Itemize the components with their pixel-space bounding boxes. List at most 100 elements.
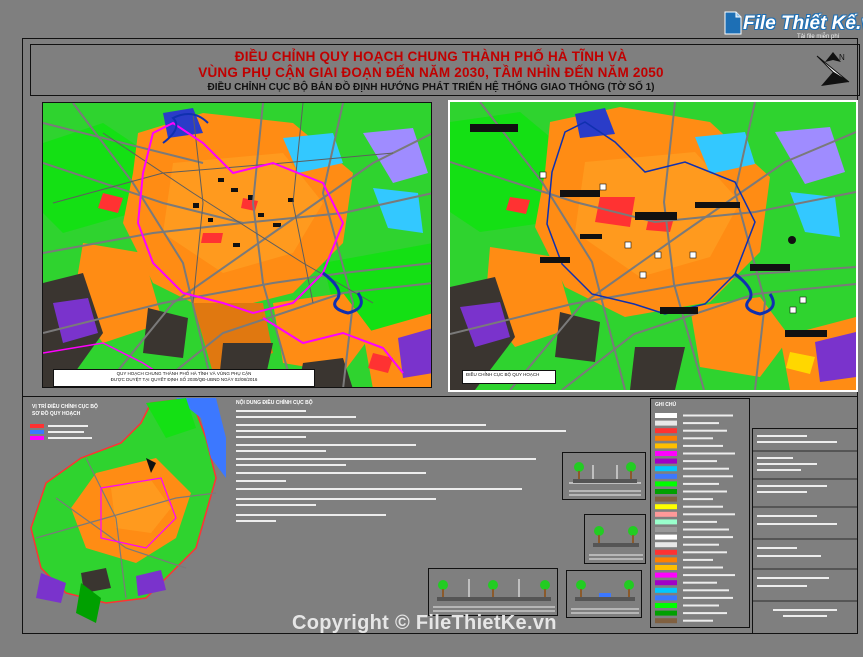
legend-swatch (655, 519, 677, 525)
legend-swatch (655, 595, 677, 601)
note-line (236, 498, 436, 500)
north-arrow-icon: N (816, 52, 850, 86)
legend-swatch (655, 527, 677, 532)
legend-label-line (683, 604, 719, 607)
approved-plan-map: QUY HOẠCH CHUNG THÀNH PHỐ HÀ TĨNH VÀ VÙN… (42, 102, 432, 388)
legend-swatch (655, 587, 677, 593)
approved-plan-caption: QUY HOẠCH CHUNG THÀNH PHỐ HÀ TĨNH VÀ VÙN… (53, 369, 315, 387)
note-line (236, 424, 486, 426)
note-line (236, 416, 356, 418)
legend-label-line (683, 482, 719, 485)
legend-label-line (683, 505, 723, 508)
note-line (236, 472, 426, 474)
map-legend: GHI CHÚ (650, 398, 750, 628)
legend-swatch (655, 557, 677, 563)
note-line (236, 514, 386, 516)
legend-label-line (683, 566, 723, 569)
logo-text: File Thiết Kế.vn (743, 13, 863, 34)
adjusted-plan-map: ĐIỀU CHỈNH CỤC BỘ QUY HOẠCH (448, 100, 858, 392)
note-line (236, 436, 306, 438)
location-key-map-title-line-2: SƠ ĐỒ QUY HOẠCH (32, 411, 81, 417)
svg-text:N: N (839, 53, 845, 62)
legend-label-line (683, 612, 727, 615)
legend-label-line (683, 574, 735, 577)
legend-swatch (655, 549, 677, 555)
legend-label-line (683, 444, 723, 447)
legend-swatch (655, 603, 677, 608)
legend-swatch (655, 534, 677, 540)
legend-label-line (683, 581, 717, 584)
legend-label-line (683, 414, 733, 417)
note-line (236, 480, 286, 482)
note-line (236, 464, 346, 466)
location-key-map-title-line-1: VỊ TRÍ ĐIỀU CHỈNH CỤC BỘ (32, 404, 98, 410)
legend-label-line (683, 551, 727, 554)
legend-swatch (655, 504, 677, 510)
note-line (236, 450, 326, 452)
adjusted-plan-caption: ĐIỀU CHỈNH CỤC BỘ QUY HOẠCH (462, 370, 556, 384)
legend-label-line (683, 437, 713, 440)
adjustment-notes-heading: NỘI DUNG ĐIỀU CHỈNH CỤC BỘ (236, 400, 313, 406)
legend-swatch (655, 511, 677, 517)
location-key-map-title: VỊ TRÍ ĐIỀU CHỈNH CỤC BỘ SƠ ĐỒ QUY HOẠCH (32, 404, 98, 418)
legend-swatch (655, 473, 677, 479)
drawing-subtitle: ĐIỀU CHỈNH CỤC BỘ BẢN ĐỒ ĐỊNH HƯỚNG PHÁT… (207, 82, 655, 93)
note-line (236, 488, 522, 490)
legend-swatch (655, 466, 677, 472)
legend-label-line (683, 429, 727, 432)
note-line (236, 410, 306, 412)
location-key-map: VỊ TRÍ ĐIỀU CHỈNH CỤC BỘ SƠ ĐỒ QUY HOẠCH (26, 398, 226, 632)
drawing-title-line-1: ĐIỀU CHỈNH QUY HOẠCH CHUNG THÀNH PHỐ HÀ … (234, 49, 628, 64)
legend-swatch (655, 496, 677, 502)
legend-swatch (655, 443, 677, 449)
legend-swatch (655, 420, 677, 426)
legend-label-line (683, 513, 735, 516)
legend-swatch (655, 572, 677, 578)
note-line (236, 504, 316, 506)
road-cross-section (562, 452, 646, 500)
drawing-title-block (752, 428, 858, 634)
legend-label-line (683, 558, 713, 561)
legend-label-line (683, 528, 729, 531)
road-cross-section (428, 568, 558, 616)
legend-swatch (655, 610, 677, 616)
site-logo[interactable]: File Thiết Kế.vn Tải file miễn phí (723, 10, 863, 40)
legend-label-line (683, 498, 713, 501)
legend-label-line (683, 619, 713, 622)
legend-label-line (683, 422, 719, 425)
drawing-title-line-2: VÙNG PHỤ CẬN GIAI ĐOẠN ĐẾN NĂM 2030, TẦM… (198, 65, 664, 80)
legend-label-line (683, 490, 727, 493)
note-line (236, 430, 566, 432)
note-line (236, 444, 416, 446)
legend-swatch (655, 618, 677, 624)
note-line (236, 520, 276, 522)
copyright-watermark: Copyright © FileThietKe.vn (292, 612, 557, 634)
legend-label-line (683, 543, 719, 546)
legend-label-line (683, 589, 729, 592)
title-block-header: ĐIỀU CHỈNH QUY HOẠCH CHUNG THÀNH PHỐ HÀ … (30, 44, 860, 96)
legend-label-line (683, 475, 733, 478)
legend-label-line (683, 467, 729, 470)
legend-label-line (683, 596, 733, 599)
legend-swatch (655, 428, 677, 434)
legend-label-line (683, 460, 717, 463)
legend-swatch (655, 413, 677, 418)
legend-swatch (655, 489, 677, 494)
legend-swatch (655, 481, 677, 487)
legend-swatch (655, 542, 677, 548)
legend-label-line (683, 520, 717, 523)
legend-swatch (655, 458, 677, 464)
legend-label-line (683, 536, 733, 539)
road-cross-section (584, 514, 646, 564)
sheet-divider (22, 396, 858, 397)
approved-plan-caption-line-2: ĐƯỢC DUYỆT TẠI QUYẾT ĐỊNH SỐ 2030/QĐ-UBN… (110, 377, 258, 382)
legend-swatch (655, 435, 677, 441)
legend-swatch (655, 451, 677, 456)
legend-label-line (683, 452, 735, 455)
road-cross-section (566, 570, 642, 618)
logo-tagline: Tải file miễn phí (797, 34, 840, 40)
adjustment-notes: NỘI DUNG ĐIỀU CHỈNH CỤC BỘ (236, 400, 576, 540)
legend-swatch (655, 565, 677, 570)
file-icon (724, 11, 742, 35)
legend-swatch (655, 580, 677, 586)
